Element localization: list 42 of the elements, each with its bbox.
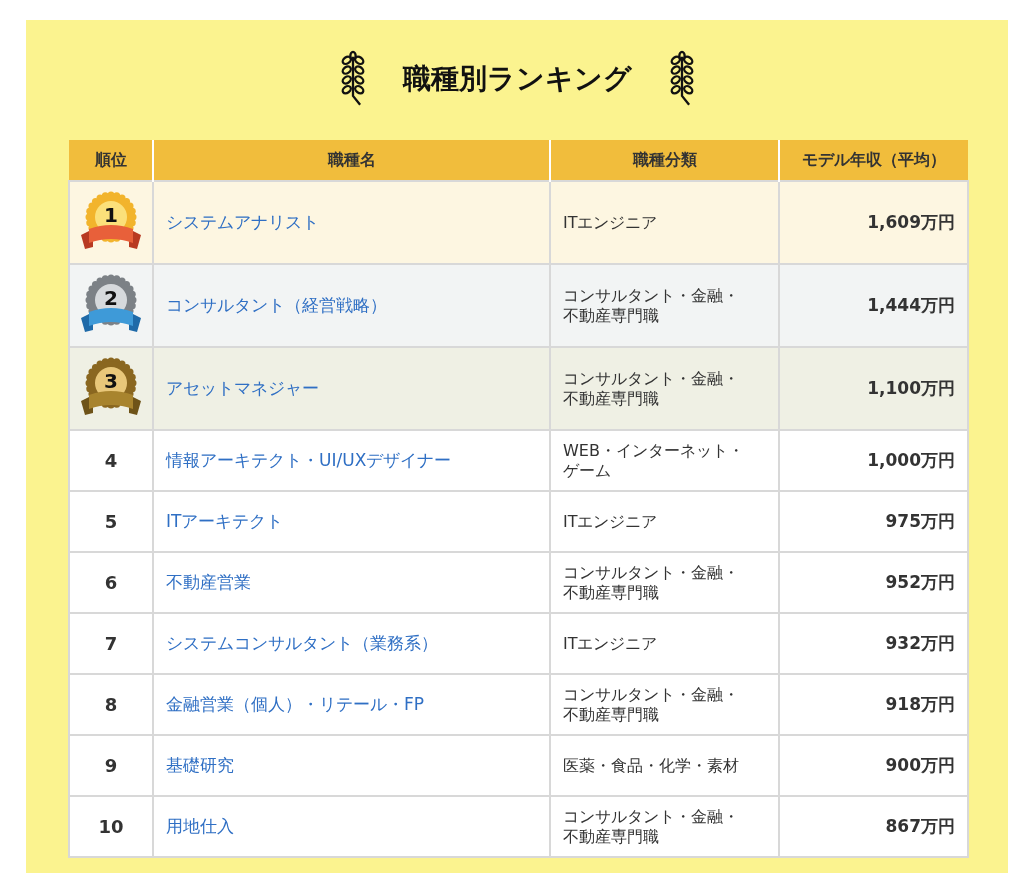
category-text: コンサルタント・金融・不動産専門職	[563, 684, 739, 724]
column-header: 職種名	[153, 140, 550, 181]
rank-number: 5	[104, 511, 118, 532]
category-text: コンサルタント・金融・不動産専門職	[563, 285, 739, 325]
rank-number: 10	[98, 816, 124, 837]
salary-text: 900万円	[885, 755, 955, 775]
salary-text: 1,100万円	[867, 378, 955, 398]
salary-text: 975万円	[885, 511, 955, 531]
rank-number: 2	[103, 285, 119, 310]
salary-text: 932万円	[885, 633, 955, 653]
job-link[interactable]: システムアナリスト	[166, 212, 319, 232]
rank-number: 3	[103, 368, 119, 393]
column-header: 順位	[69, 140, 153, 181]
category-text: コンサルタント・金融・不動産専門職	[563, 368, 739, 408]
rank-number: 9	[104, 755, 118, 776]
job-link[interactable]: コンサルタント（経営戦略）	[166, 295, 387, 315]
page-title: 職種別ランキング	[402, 61, 632, 97]
category-text: WEB・インターネット・ゲーム	[563, 440, 744, 480]
job-link[interactable]: 用地仕入	[166, 816, 234, 836]
column-header: モデル年収（平均）	[779, 140, 968, 181]
column-header: 職種分類	[550, 140, 779, 181]
job-link[interactable]: 不動産営業	[166, 572, 251, 592]
salary-text: 1,609万円	[867, 212, 955, 232]
rank-number: 6	[104, 572, 118, 593]
category-text: 医薬・食品・化学・素材	[563, 755, 739, 775]
rank-number: 8	[104, 694, 118, 715]
salary-text: 1,444万円	[867, 295, 955, 315]
category-text: ITエンジニア	[563, 511, 658, 531]
salary-text: 918万円	[885, 694, 955, 714]
rank-number: 4	[104, 450, 118, 471]
category-text: コンサルタント・金融・不動産専門職	[563, 562, 739, 602]
rank-number: 7	[104, 633, 118, 654]
job-link[interactable]: ITアーキテクト	[166, 511, 284, 531]
category-text: ITエンジニア	[563, 212, 658, 232]
job-link[interactable]: 基礎研究	[166, 755, 234, 775]
job-link[interactable]: アセットマネジャー	[166, 378, 319, 398]
category-text: コンサルタント・金融・不動産専門職	[563, 806, 739, 846]
category-text: ITエンジニア	[563, 633, 658, 653]
salary-text: 1,000万円	[867, 450, 955, 470]
rank-number: 1	[103, 202, 119, 227]
salary-text: 867万円	[885, 816, 955, 836]
salary-text: 952万円	[885, 572, 955, 592]
